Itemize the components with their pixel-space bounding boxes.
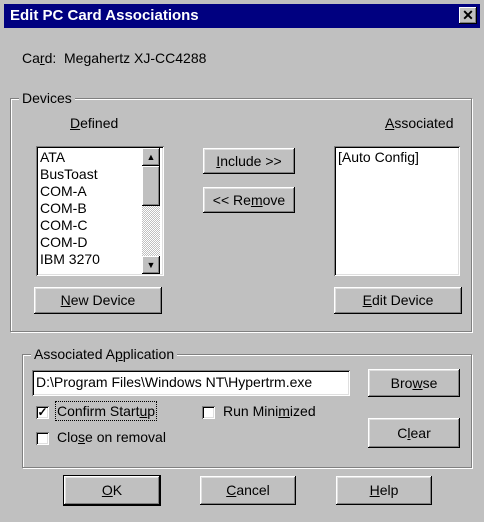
list-item[interactable]: COM-B	[40, 200, 87, 217]
confirm-startup-label[interactable]: Confirm Startup	[54, 401, 158, 421]
application-path-input[interactable]: D:\Program Files\Windows NT\Hypertrm.exe	[32, 370, 350, 396]
defined-devices-list[interactable]: ATA BusToast COM-A COM-B COM-C COM-D IBM…	[36, 146, 164, 276]
browse-button[interactable]: Browse	[368, 369, 460, 397]
scroll-thumb[interactable]	[142, 166, 160, 206]
new-device-button[interactable]: New Device	[34, 287, 162, 314]
list-item[interactable]: COM-C	[40, 217, 87, 234]
title-bar[interactable]: Edit PC Card Associations ✕	[4, 4, 480, 28]
list-item[interactable]: COM-D	[40, 234, 87, 251]
edit-device-button[interactable]: Edit Device	[334, 287, 462, 314]
close-on-removal-checkbox[interactable]	[36, 432, 49, 445]
defined-label: Defined	[70, 115, 119, 131]
associated-devices-list[interactable]: [Auto Config]	[334, 146, 460, 276]
list-item[interactable]: IBM 3270	[40, 251, 100, 268]
remove-button[interactable]: << Remove	[203, 187, 295, 213]
help-button[interactable]: Help	[336, 476, 432, 505]
card-label: Card:	[22, 50, 57, 66]
cancel-button[interactable]: Cancel	[200, 476, 296, 505]
devices-group-title: Devices	[19, 90, 75, 106]
scroll-up-icon[interactable]: ▲	[142, 148, 160, 166]
list-item[interactable]: COM-A	[40, 183, 87, 200]
application-group-title: Associated Application	[31, 346, 178, 362]
include-button[interactable]: Include >>	[203, 148, 295, 174]
run-minimized-checkbox[interactable]	[202, 406, 215, 419]
defined-list-scrollbar[interactable]: ▲ ▼	[142, 148, 160, 274]
list-item[interactable]: [Auto Config]	[338, 149, 419, 166]
associated-label: Associated	[385, 115, 454, 131]
list-item[interactable]: BusToast	[40, 166, 98, 183]
scroll-down-icon[interactable]: ▼	[142, 256, 160, 274]
window-title: Edit PC Card Associations	[10, 7, 199, 24]
close-on-removal-label[interactable]: Close on removal	[57, 429, 166, 445]
edit-pc-card-dialog: Edit PC Card Associations ✕ Card: Megahe…	[0, 0, 484, 522]
confirm-startup-checkbox[interactable]: ✓	[36, 406, 49, 419]
card-value: Megahertz XJ-CC4288	[64, 50, 207, 66]
close-icon[interactable]: ✕	[459, 7, 477, 24]
ok-button[interactable]: OK	[63, 475, 161, 506]
run-minimized-label[interactable]: Run Minimized	[223, 403, 316, 419]
clear-button[interactable]: Clear	[368, 418, 460, 448]
list-item[interactable]: ATA	[40, 149, 65, 166]
